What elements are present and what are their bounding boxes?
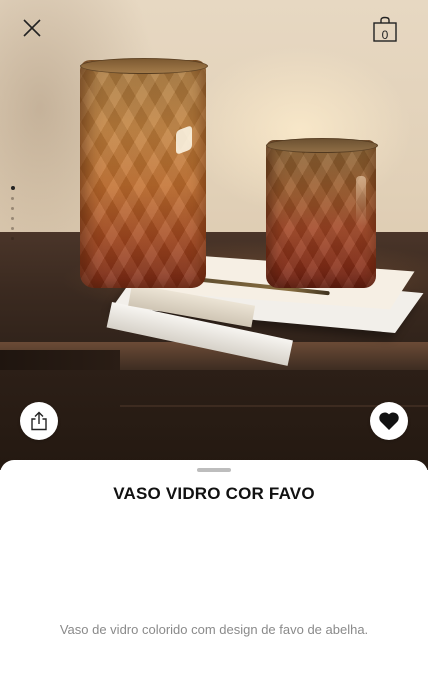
share-button[interactable] [20,402,58,440]
product-description: Vaso de vidro colorido com design de fav… [59,622,369,637]
gallery-dot[interactable] [10,186,15,190]
favorite-button[interactable] [370,402,408,440]
product-info-sheet[interactable]: VASO VIDRO COR FAVO Vaso de vidro colori… [0,460,428,699]
vase-short-rim [266,138,378,153]
product-image[interactable] [0,0,428,470]
close-button[interactable] [18,14,46,42]
close-icon [23,19,41,37]
gallery-dot[interactable] [11,207,14,210]
gallery-dot[interactable] [11,217,14,220]
gallery-dot[interactable] [11,197,14,200]
gallery-pagination [10,186,15,240]
cart-button[interactable]: 0 [372,16,398,44]
vase-short-highlight [356,176,366,226]
table-front [0,370,428,470]
cart-count: 0 [381,28,389,42]
gallery-dot[interactable] [11,227,14,230]
sheet-drag-handle[interactable] [197,468,231,472]
gallery-dot[interactable] [11,237,14,240]
vase-tall-rim [80,58,208,74]
share-icon [31,411,47,431]
vase-tall [80,60,206,288]
heart-icon [379,412,399,430]
product-title: VASO VIDRO COR FAVO [113,484,315,503]
